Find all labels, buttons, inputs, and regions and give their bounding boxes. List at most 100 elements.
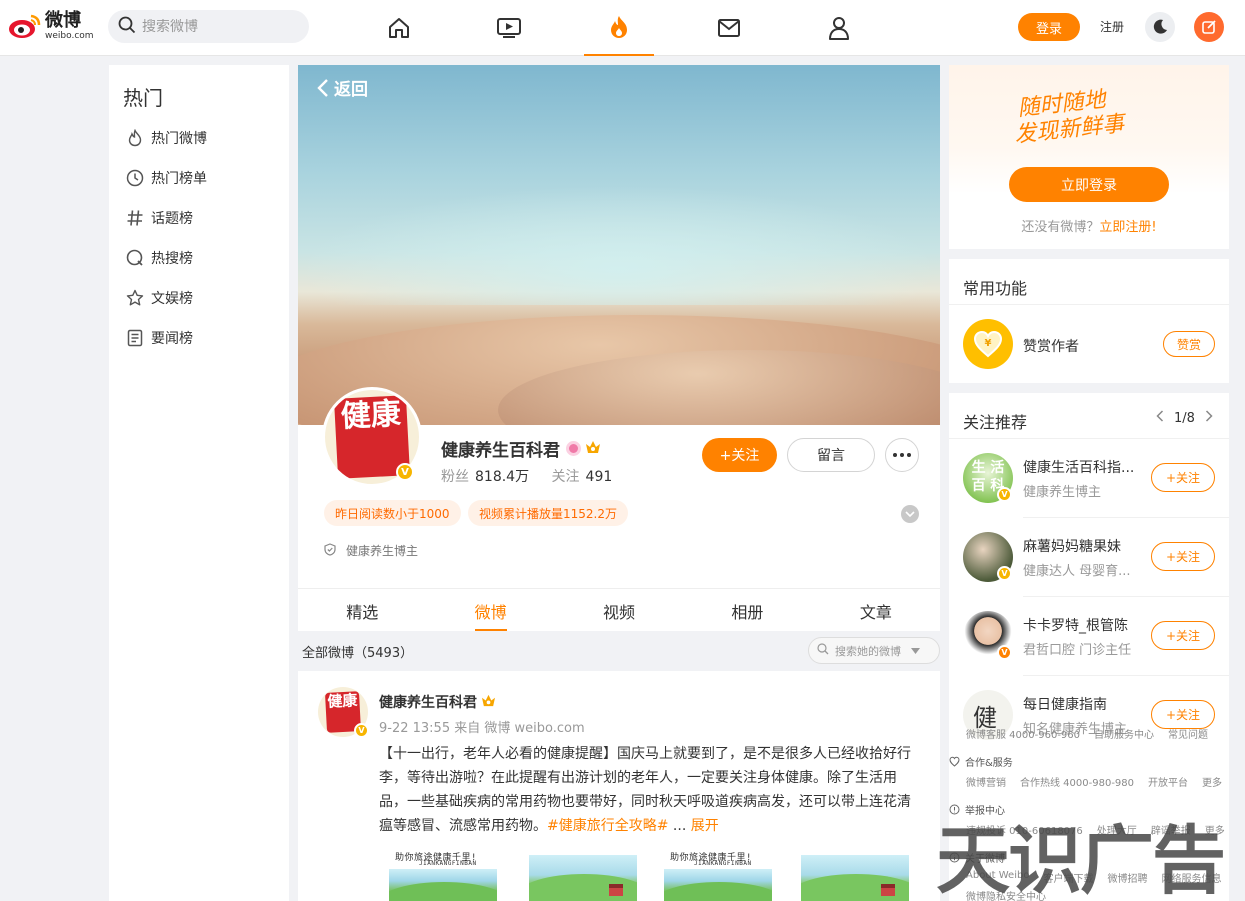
following-label: 关注 — [551, 469, 580, 485]
follow-button[interactable]: +关注 — [702, 438, 777, 472]
recommend-name[interactable]: 麻薯妈妈糖果妹 — [1023, 536, 1143, 556]
post-meta[interactable]: 9-22 13:55 来自 微博 weibo.com — [379, 717, 585, 736]
fans-count[interactable]: 818.4万 — [475, 469, 529, 485]
login-card: 随时随地 发现新鲜事 立即登录 还没有微博？立即注册! — [949, 65, 1229, 249]
house-icon — [881, 884, 895, 896]
tab-video[interactable]: 视频 — [555, 589, 683, 631]
back-button[interactable]: 返回 — [316, 75, 368, 100]
tag-video-plays: 视频累计播放量1152.2万 — [468, 500, 628, 526]
nav-video[interactable] — [474, 0, 544, 56]
tab-featured[interactable]: 精选 — [298, 589, 426, 631]
footer-link[interactable]: 更多 — [1202, 774, 1222, 789]
chevron-right-icon[interactable] — [1205, 410, 1213, 426]
sidebar-item-entertainment[interactable]: 文娱榜 — [125, 286, 193, 310]
svg-text:¥: ¥ — [985, 338, 992, 349]
sidebar-item-hot-search[interactable]: 热搜榜 — [125, 246, 193, 270]
hot-fire-icon — [611, 16, 627, 38]
logo-title: 微博 — [45, 9, 81, 31]
nav-hot[interactable] — [584, 0, 654, 56]
fans-label: 粉丝 — [441, 469, 469, 485]
verified-badge-icon: V — [997, 645, 1012, 660]
following-count[interactable]: 491 — [586, 469, 613, 485]
verified-badge-icon: V — [997, 566, 1012, 581]
crown-badge-icon — [481, 694, 496, 711]
crown-badge-icon — [585, 439, 601, 459]
ellipsis-icon — [893, 453, 911, 457]
heart-icon — [949, 756, 960, 767]
footer-link[interactable]: 微博客服 4000-960-960 — [966, 726, 1080, 741]
nav-home[interactable] — [364, 0, 434, 56]
sidebar-item-hot-weibo[interactable]: 热门微博 — [125, 126, 207, 150]
recommend-pager: 1/8 — [1156, 410, 1213, 426]
search-icon — [118, 16, 136, 38]
post-image-thumbnail[interactable] — [801, 848, 909, 901]
reward-heart-icon: ¥ — [963, 319, 1013, 369]
cover-image: 返回 — [298, 65, 940, 425]
tab-album[interactable]: 相册 — [683, 589, 811, 631]
post-hashtag[interactable]: #健康旅行全攻略# — [547, 818, 668, 834]
star-icon — [125, 288, 145, 308]
fire-icon — [125, 128, 145, 148]
register-link[interactable]: 注册 — [1100, 18, 1124, 35]
chevron-down-icon — [905, 511, 915, 518]
login-now-button[interactable]: 立即登录 — [1009, 167, 1169, 202]
post-image-thumbnail[interactable]: 助你旅途健康千里! JIANKANGFINBAN — [664, 848, 772, 901]
hash-icon — [125, 208, 145, 228]
top-navigation-bar: 微博 weibo.com 登录 注册 — [0, 0, 1245, 56]
expand-profile-button[interactable] — [901, 505, 919, 523]
recommend-desc: 君哲口腔 门诊主任 — [1023, 643, 1132, 658]
sidebar-item-news[interactable]: 要闻榜 — [125, 326, 193, 350]
search-box[interactable] — [108, 10, 309, 43]
thumb-subcaption: JIANKANGFINBAN — [694, 860, 752, 867]
expand-link[interactable]: 展开 — [691, 818, 719, 834]
nav-profile[interactable] — [804, 0, 874, 56]
recommend-name[interactable]: 健康生活百科指... — [1023, 457, 1143, 477]
mail-icon — [718, 19, 740, 37]
nav-messages[interactable] — [694, 0, 764, 56]
all-posts-count: 全部微博（5493） — [302, 646, 414, 661]
login-button[interactable]: 登录 — [1018, 13, 1080, 41]
footer-link[interactable]: 合作热线 4000-980-980 — [1020, 774, 1134, 789]
recommend-desc: 健康达人 母婴育... — [1023, 564, 1131, 579]
recommend-name[interactable]: 卡卡罗特_根管陈 — [1023, 615, 1143, 635]
post-image-thumbnail[interactable] — [529, 848, 637, 901]
chevron-left-icon[interactable] — [1156, 410, 1164, 426]
verified-badge-icon: V — [997, 487, 1012, 502]
message-button[interactable]: 留言 — [787, 438, 875, 472]
sidebar-item-label: 热门榜单 — [151, 171, 207, 187]
footer-link[interactable]: 开放平台 — [1148, 774, 1188, 789]
post-image-thumbnail[interactable]: 助你旅途健康千里! JIANKANGFINBAN — [389, 848, 497, 901]
footer-cooperation: 合作&服务 微博营销 合作热线 4000-980-980 开放平台 更多 — [949, 754, 1245, 789]
register-now-link[interactable]: 立即注册! — [1099, 220, 1156, 235]
footer-section-title: 合作&服务 — [965, 758, 1013, 769]
search-input[interactable] — [142, 18, 292, 35]
alert-icon — [949, 804, 960, 815]
theme-toggle-button[interactable] — [1145, 12, 1175, 42]
no-account-label: 还没有微博？ — [1021, 220, 1100, 235]
sidebar-item-topics[interactable]: 话题榜 — [125, 206, 193, 230]
tab-articles[interactable]: 文章 — [812, 589, 940, 631]
footer-link[interactable]: 微博营销 — [966, 774, 1006, 789]
sidebar-item-label: 热搜榜 — [151, 251, 193, 267]
compose-button[interactable] — [1194, 12, 1224, 42]
profile-card: 健康 V 健康养生百科君 粉丝 818.4万 关注 491 +关注 留言 昨日阅读数… — [298, 387, 940, 588]
more-options-button[interactable] — [885, 438, 919, 472]
footer-link[interactable]: 自助服务中心 — [1094, 726, 1154, 741]
chevron-left-icon — [317, 78, 328, 97]
recommend-item[interactable]: 生 活百 科 V 健康生活百科指... 健康养生博主 +关注 — [949, 439, 1229, 518]
sidebar-item-hot-list[interactable]: 热门榜单 — [125, 166, 207, 190]
reward-button[interactable]: 赞赏 — [1163, 331, 1215, 357]
post-author[interactable]: 健康养生百科君 — [379, 692, 477, 712]
weibo-logo[interactable]: 微博 weibo.com — [8, 8, 100, 44]
recommend-follow-button[interactable]: +关注 — [1151, 542, 1215, 571]
recommend-follow-button[interactable]: +关注 — [1151, 463, 1215, 492]
recommend-item[interactable]: V 卡卡罗特_根管陈 君哲口腔 门诊主任 +关注 — [949, 597, 1229, 676]
recommend-follow-button[interactable]: +关注 — [1151, 621, 1215, 650]
reward-author-label: 赞赏作者 — [1023, 339, 1079, 355]
tab-weibo[interactable]: 微博 — [426, 589, 554, 631]
clock-icon — [125, 168, 145, 188]
post-search-box[interactable]: 搜索她的微博 — [808, 637, 940, 664]
footer-link[interactable]: 常见问题 — [1168, 726, 1208, 741]
recommend-item[interactable]: V 麻薯妈妈糖果妹 健康达人 母婴育... +关注 — [949, 518, 1229, 597]
moon-icon — [1153, 19, 1167, 34]
